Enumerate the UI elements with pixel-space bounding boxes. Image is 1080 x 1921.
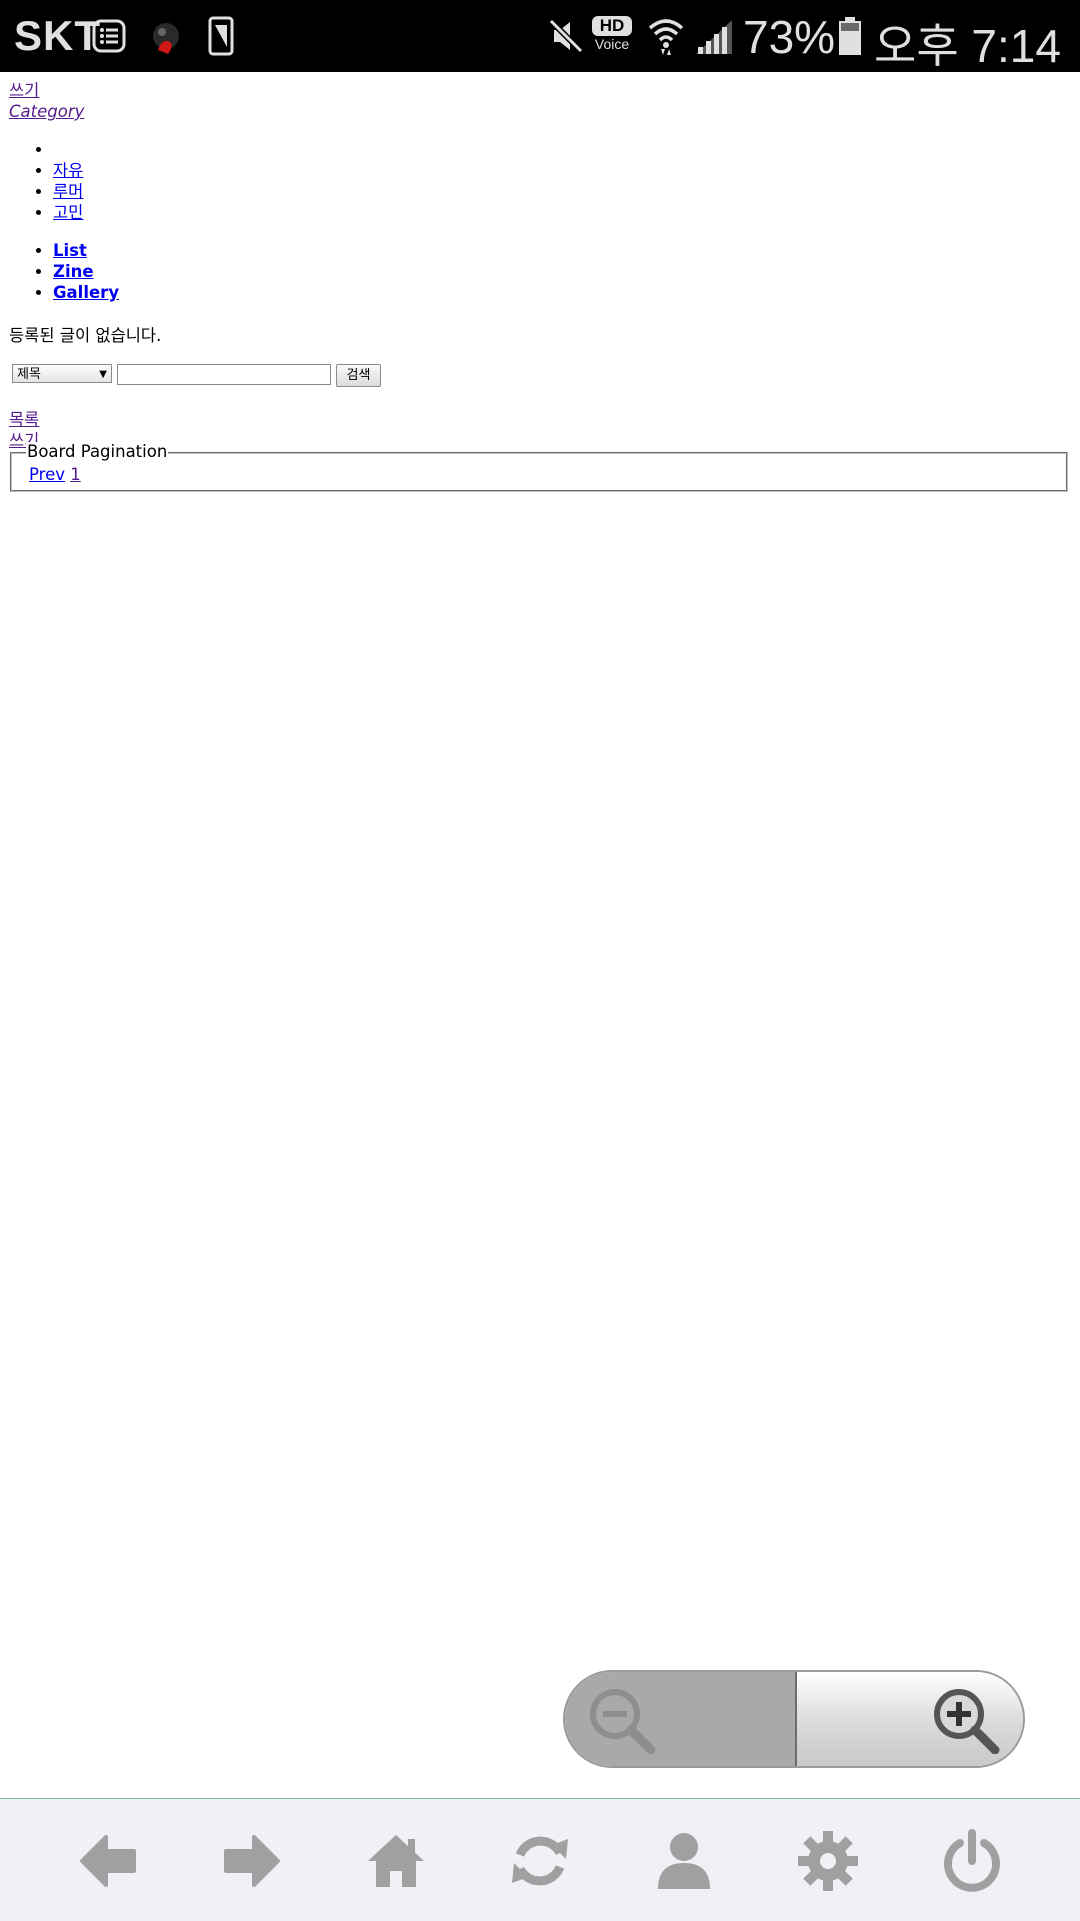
- power-icon[interactable]: [940, 1829, 1004, 1893]
- dropdown-arrow-icon: ▼: [99, 369, 107, 380]
- category-item[interactable]: [53, 139, 83, 160]
- pagination-links: Prev 1: [29, 465, 81, 485]
- voice-label: Voice: [594, 36, 630, 52]
- browser-toolbar: [0, 1798, 1080, 1921]
- write-link-top[interactable]: 쓰기: [9, 80, 39, 101]
- message-icon: [92, 19, 126, 53]
- view-mode-list: List Zine Gallery: [0, 240, 119, 303]
- view-list-link[interactable]: List: [53, 241, 87, 260]
- search-button[interactable]: 검색: [336, 364, 381, 387]
- carrier-label: SKT: [14, 12, 101, 59]
- list-link[interactable]: 목록: [9, 409, 39, 430]
- zoom-control: [563, 1670, 1025, 1768]
- category-item[interactable]: 루머: [53, 181, 83, 202]
- hd-label: HD: [592, 16, 632, 36]
- search-field-select[interactable]: 제목 ▼: [12, 364, 112, 383]
- battery-icon: [839, 17, 861, 55]
- zoom-out-button[interactable]: [565, 1672, 797, 1766]
- back-arrow-icon[interactable]: [76, 1829, 140, 1893]
- hd-voice-icon: HD Voice: [592, 16, 636, 56]
- wifi-icon: [648, 19, 684, 55]
- zoom-out-icon: [590, 1689, 656, 1754]
- battery-percent: 73%: [743, 11, 836, 63]
- page-1-link[interactable]: 1: [70, 465, 81, 484]
- gear-icon[interactable]: [796, 1829, 860, 1893]
- category-list: 자유 루머 고민: [0, 139, 83, 223]
- view-zine-link[interactable]: Zine: [53, 262, 94, 281]
- category-item[interactable]: 자유: [53, 160, 83, 181]
- category-link[interactable]: Category: [9, 101, 84, 122]
- search-input[interactable]: [117, 364, 331, 385]
- status-bar: SKT HD Voice 73% 오후 7:14: [0, 0, 1080, 72]
- category-item-free[interactable]: 자유: [53, 161, 83, 180]
- clock: 오후 7:14: [874, 20, 1061, 72]
- forward-arrow-icon[interactable]: [220, 1829, 284, 1893]
- board-pagination: Board Pagination Prev 1: [10, 442, 1068, 492]
- app-notification-icon: [153, 23, 179, 54]
- mute-icon: [548, 18, 584, 54]
- empty-message: 등록된 글이 없습니다.: [9, 326, 162, 345]
- view-gallery-link[interactable]: Gallery: [53, 283, 119, 302]
- search-field-selected: 제목: [17, 367, 41, 382]
- prev-page-link[interactable]: Prev: [29, 465, 65, 484]
- zoom-in-button[interactable]: [797, 1672, 1023, 1766]
- view-item[interactable]: List: [53, 240, 119, 261]
- view-item[interactable]: Gallery: [53, 282, 119, 303]
- user-icon[interactable]: [652, 1829, 716, 1893]
- refresh-icon[interactable]: [508, 1829, 572, 1893]
- zoom-in-icon: [934, 1689, 1000, 1754]
- category-item[interactable]: 고민: [53, 202, 83, 223]
- category-item-rumor[interactable]: 루머: [53, 182, 83, 201]
- home-icon[interactable]: [364, 1829, 428, 1893]
- category-item-worry[interactable]: 고민: [53, 203, 83, 222]
- view-item[interactable]: Zine: [53, 261, 119, 282]
- signal-icon: [696, 20, 732, 54]
- screenshot-icon: [208, 16, 234, 56]
- pagination-legend: Board Pagination: [26, 442, 169, 462]
